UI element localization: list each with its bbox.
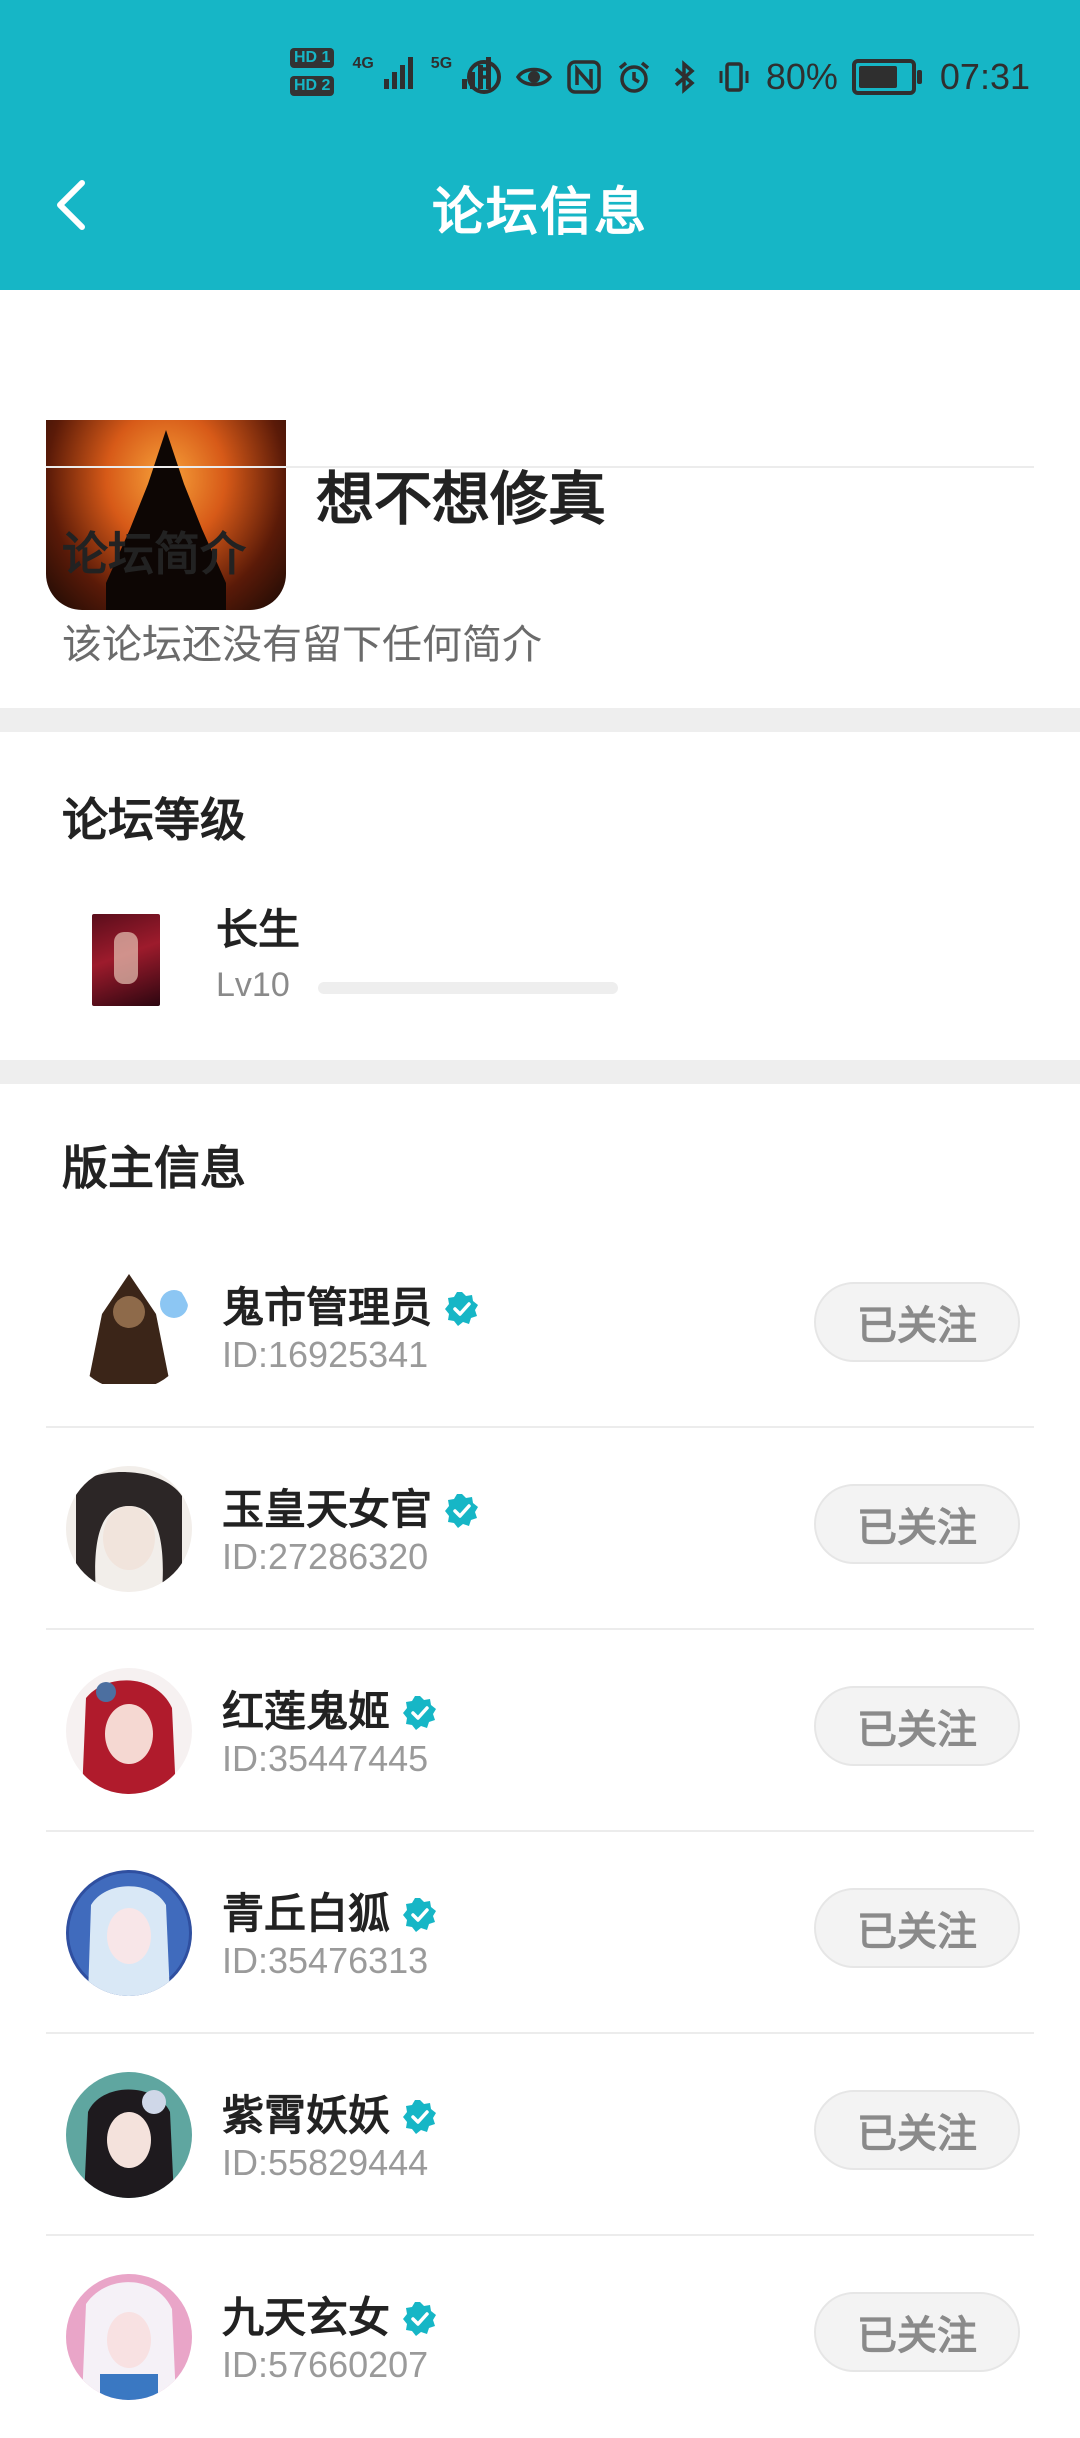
moderator-id: ID:35447445 [222,1738,429,1779]
eye-icon [515,67,552,87]
data-saver-icon [466,60,501,94]
moderator-row[interactable]: 鬼市管理员 ID:16925341 已关注 [46,1226,1034,1428]
following-button[interactable]: 已关注 [814,2090,1020,2170]
moderator-row[interactable]: 红莲鬼姬 ID:35447445 已关注 [46,1630,1034,1832]
avatar[interactable] [66,1264,192,1390]
moderator-name: 紫霄妖妖 [222,2082,438,2143]
section-separator [0,708,1080,732]
moderator-id: ID:35476313 [222,1940,429,1981]
verified-icon [402,1693,438,1730]
clock: 07:31 [939,56,1030,97]
intro-title: 论坛简介 [62,528,246,580]
moderator-id: ID:55829444 [222,2142,429,2183]
following-button[interactable]: 已关注 [814,1888,1020,1968]
section-separator [0,1060,1080,1084]
page-title: 论坛信息 [431,184,648,242]
moderator-name: 鬼市管理员 [222,1274,480,1335]
moderator-row[interactable]: 紫霄妖妖 ID:55829444 已关注 [46,2034,1034,2236]
moderator-row[interactable]: 九天玄女 ID:57660207 已关注 [46,2236,1034,2438]
following-button[interactable]: 已关注 [814,1282,1020,1362]
verified-icon [402,2097,438,2134]
network-type-1: 4G [352,55,374,72]
network-type-2: 5G [430,55,453,72]
signal-icon [383,55,413,89]
level-progress-bar [318,982,618,994]
moderator-name: 红莲鬼姬 [222,1678,438,1739]
moderator-row[interactable]: 青丘白狐 ID:35476313 已关注 [46,1832,1034,2034]
level-badge-image [92,914,160,1006]
app-bar: HD 1 HD 2 4G 5G 80% 07:31 论坛信息 [0,0,1080,290]
following-button[interactable]: 已关注 [814,2292,1020,2372]
avatar[interactable] [66,2072,192,2198]
moderator-id: ID:16925341 [222,1334,429,1375]
moderator-id: ID:27286320 [222,1536,429,1577]
avatar[interactable] [66,1870,192,1996]
bluetooth-icon [674,60,695,94]
moderator-row[interactable]: 玉皇天女官 ID:27286320 已关注 [46,1428,1034,1630]
battery-percent: 80% [765,56,838,97]
divider [46,466,1034,468]
vibrate-icon [719,62,749,92]
hd2-badge: HD 2 [290,76,335,96]
moderator-name: 玉皇天女官 [222,1476,480,1537]
level-title: 论坛等级 [62,794,246,846]
avatar[interactable] [66,1466,192,1592]
following-button[interactable]: 已关注 [814,1484,1020,1564]
level-code: Lv10 [216,966,290,1004]
avatar[interactable] [66,2274,192,2400]
verified-icon [402,2299,438,2336]
following-button[interactable]: 已关注 [814,1686,1020,1766]
level-name: 长生 [216,906,301,953]
avatar[interactable] [66,1668,192,1794]
moderators-title: 版主信息 [62,1142,246,1194]
intro-text: 该论坛还没有留下任何简介 [62,623,542,667]
verified-icon [444,1289,480,1326]
forum-name: 想不想修真 [316,467,607,532]
alarm-icon [618,61,649,93]
nfc-icon [567,60,601,94]
moderator-name: 青丘白狐 [222,1880,438,1941]
verified-icon [402,1895,438,1932]
hd1-badge: HD 1 [290,48,335,68]
moderator-name: 九天玄女 [222,2284,438,2345]
moderator-id: ID:57660207 [222,2344,429,2385]
verified-icon [444,1491,480,1528]
battery-icon [851,59,922,95]
status-bar: HD 1 HD 2 4G 5G 80% 07:31 [0,0,1080,160]
